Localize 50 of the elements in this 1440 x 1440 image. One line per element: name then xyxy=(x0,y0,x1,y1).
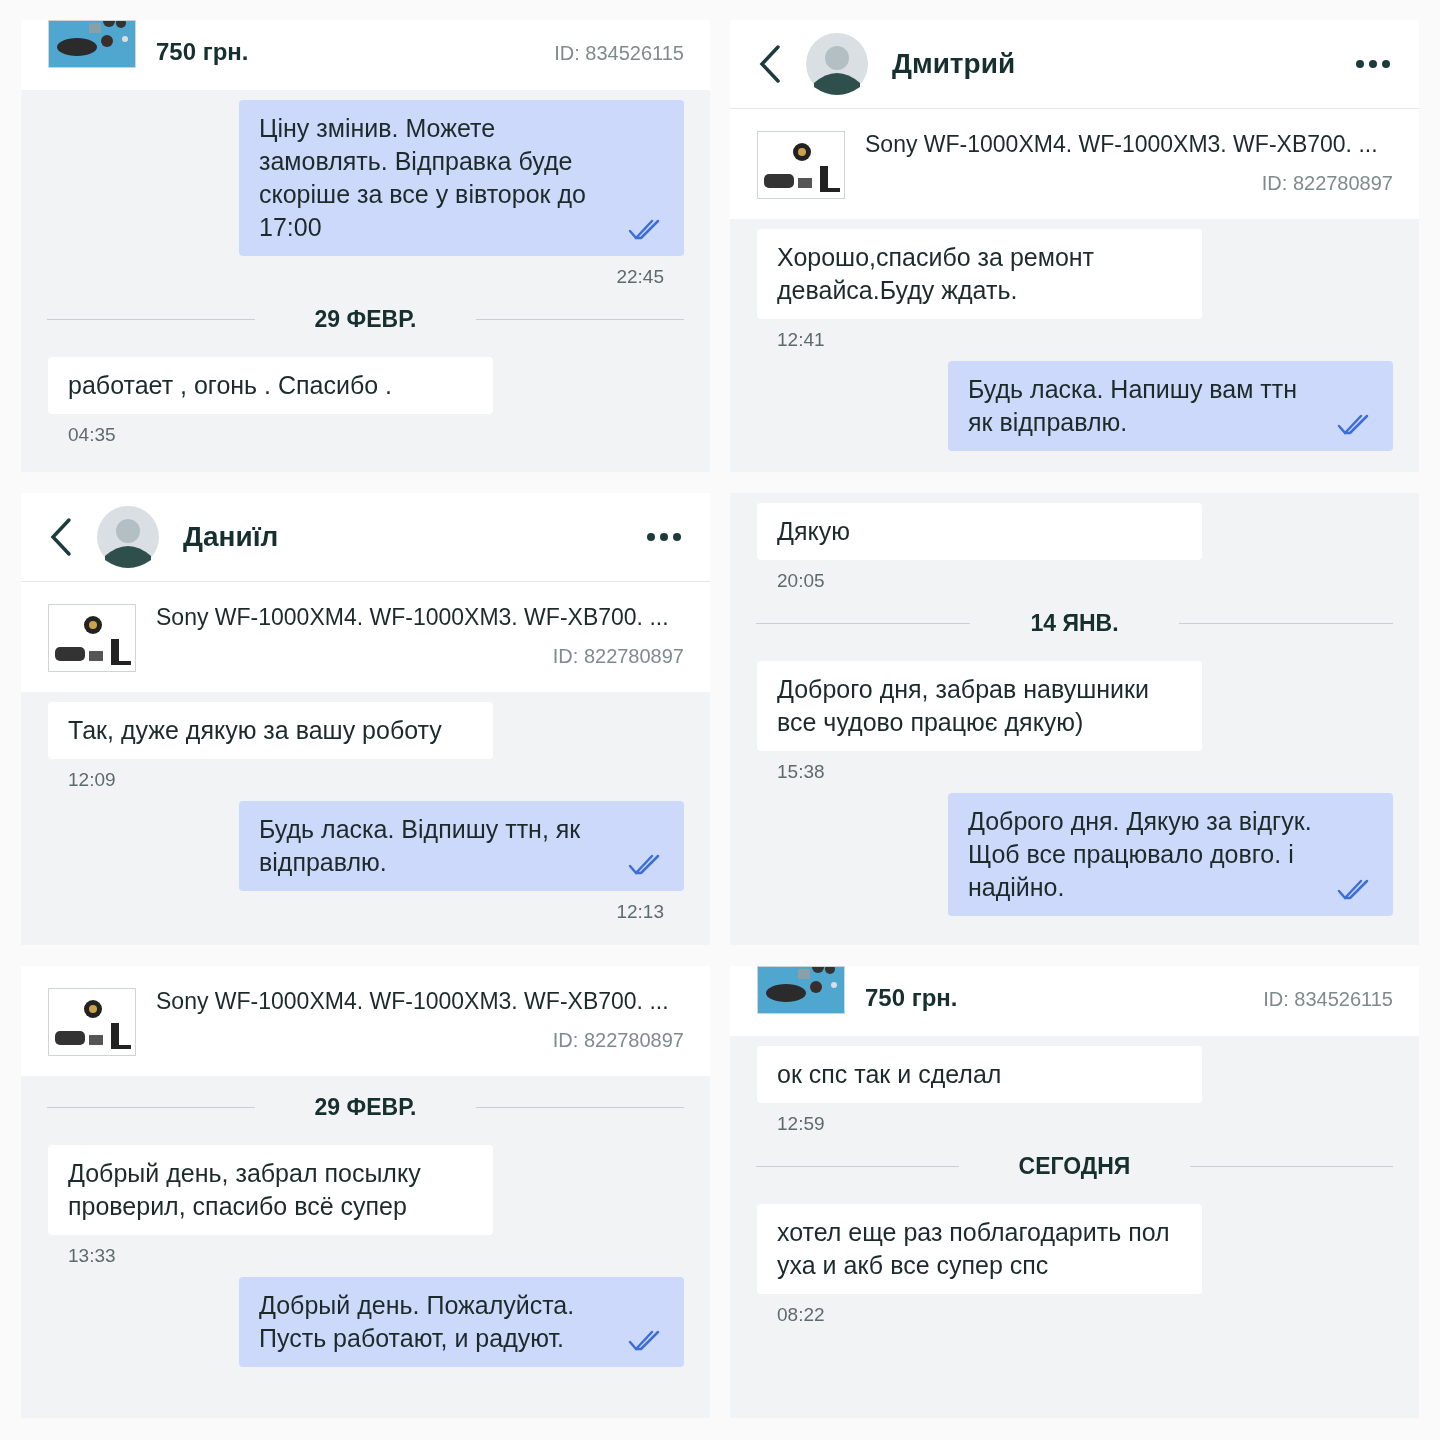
product-title: Sony WF-1000XM4. WF-1000XM3. WF-XB700. ... xyxy=(156,604,670,631)
message-text: Добрый день. Пожалуйста. Пусть работают, и радуют. xyxy=(259,1290,576,1354)
message-time: 12:09 xyxy=(67,768,117,791)
product-id: ID: 834526115 xyxy=(1263,988,1393,1011)
product-card[interactable]: 750 грн. ID: 834526115 xyxy=(21,20,710,90)
message-time: 13:33 xyxy=(67,1244,117,1267)
avatar-icon xyxy=(806,33,868,95)
contact-name: Дмитрий xyxy=(892,48,1017,80)
message-time: 15:38 xyxy=(776,760,826,783)
message-time: 12:41 xyxy=(776,328,826,351)
message-text: работает , огонь . Спасибо . xyxy=(68,370,394,401)
product-id: ID: 822780897 xyxy=(552,645,684,668)
message-text: ок спс так и сделал xyxy=(777,1059,1003,1090)
message-text: Так, дуже дякую за вашу роботу xyxy=(68,715,443,746)
product-title: Sony WF-1000XM4. WF-1000XM3. WF-XB700. ... xyxy=(156,988,670,1015)
message-text: Будь ласка. Напишу вам ттн як відправлю. xyxy=(968,374,1299,438)
message-time: 04:35 xyxy=(67,423,117,446)
product-id: ID: 822780897 xyxy=(1261,172,1393,195)
contact-name: Даниїл xyxy=(183,521,280,553)
product-card[interactable]: Sony WF-1000XM4. WF-1000XM3. WF-XB700. ... ID: 822780897 xyxy=(730,109,1419,219)
product-price: 750 грн. xyxy=(156,38,249,66)
date-divider: 14 ЯНВ. xyxy=(1030,610,1119,637)
message-text: Хорошо,спасибо за ремонт девайса.Буду ждать. xyxy=(777,242,1096,306)
message-time: 12:59 xyxy=(776,1112,826,1135)
message-text: хотел еще раз поблагодарить пол уха и акб все супер спс xyxy=(777,1217,1171,1281)
product-card[interactable]: Sony WF-1000XM4. WF-1000XM3. WF-XB700. ... ID: 822780897 xyxy=(21,966,710,1076)
message-text: Доброго дня. Дякую за відгук. Щоб все працювало довго. і надійно. xyxy=(968,806,1313,903)
message-text: Ціну змінив. Можете замовлять. Відправка буде скоріше за все у вівторок до 17:00 xyxy=(259,113,587,243)
more-icon[interactable] xyxy=(1355,59,1391,69)
more-icon[interactable] xyxy=(646,532,682,542)
date-divider: 29 ФЕВР. xyxy=(314,306,417,333)
message-text: Добрый день, забрал посылку проверил, спасибо всё супер xyxy=(68,1158,422,1222)
product-id: ID: 822780897 xyxy=(552,1029,684,1052)
message-time: 20:05 xyxy=(776,569,826,592)
message-text: Дякую xyxy=(777,516,851,547)
message-text: Доброго дня, забрав навушники все чудово працює дякую) xyxy=(777,674,1150,738)
product-id: ID: 834526115 xyxy=(554,42,684,65)
date-divider: 29 ФЕВР. xyxy=(314,1094,417,1121)
back-icon[interactable] xyxy=(49,517,73,557)
message-text: Будь ласка. Відпишу ттн, як відправлю. xyxy=(259,814,582,878)
message-time: 12:13 xyxy=(615,900,665,923)
back-icon[interactable] xyxy=(758,44,782,84)
product-price: 750 грн. xyxy=(865,984,958,1012)
product-title: Sony WF-1000XM4. WF-1000XM3. WF-XB700. ... xyxy=(865,131,1379,158)
avatar-icon xyxy=(97,506,159,568)
date-divider: СЕГОДНЯ xyxy=(1018,1153,1131,1180)
product-card[interactable]: 750 грн. ID: 834526115 xyxy=(730,966,1419,1036)
product-card[interactable]: Sony WF-1000XM4. WF-1000XM3. WF-XB700. ... ID: 822780897 xyxy=(21,582,710,692)
message-time: 22:45 xyxy=(615,265,665,288)
message-time: 08:22 xyxy=(776,1303,826,1326)
